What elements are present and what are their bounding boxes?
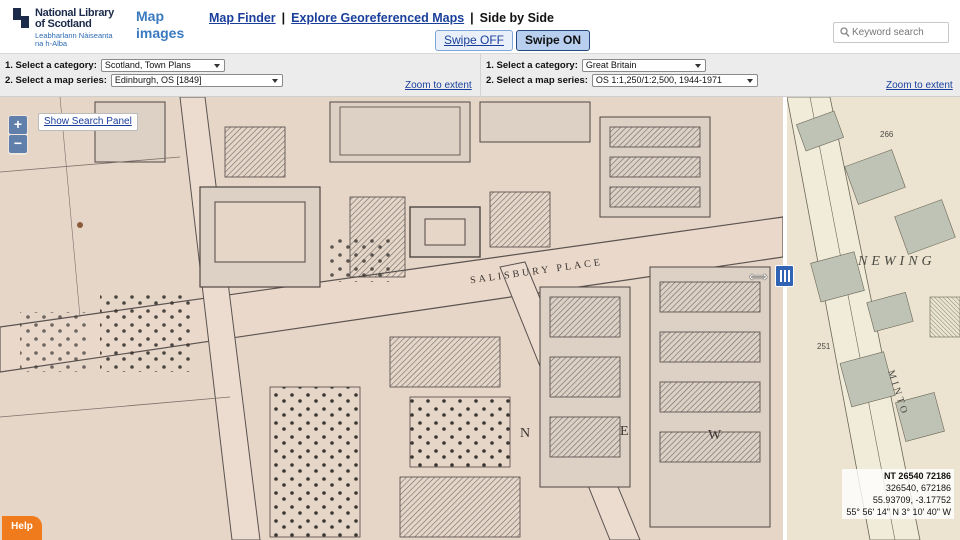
swipe-handle-grip (788, 270, 790, 282)
keyword-search (833, 22, 949, 43)
logo-title: National Library of Scotland (35, 8, 114, 30)
swipe-toggle-group: Swipe OFF Swipe ON (435, 30, 591, 51)
keyword-search-input[interactable] (852, 24, 946, 41)
swipe-off-button[interactable]: Swipe OFF (435, 30, 514, 51)
logo-line2: of Scotland (35, 18, 92, 30)
swipe-handle-grip (784, 270, 786, 282)
map-label-n: N (520, 426, 530, 441)
right-map-selector: 1. Select a category: Great Britain 2. S… (480, 54, 960, 98)
left-zoom-to-extent-link[interactable]: Zoom to extent (405, 80, 472, 91)
swipe-on-button[interactable]: Swipe ON (516, 30, 591, 51)
show-search-panel-button[interactable]: Show Search Panel (38, 113, 138, 131)
right-series-label: 2. Select a map series: (486, 75, 588, 86)
nav-explore-link[interactable]: Explore Georeferenced Maps (291, 11, 464, 25)
help-button[interactable]: Help (2, 516, 42, 540)
left-series-row: 2. Select a map series: Edinburgh, OS [1… (5, 74, 283, 87)
left-map-selector: 1. Select a category: Scotland, Town Pla… (0, 54, 480, 98)
coord-latlon-decimal: 55.93709, -3.17752 (872, 495, 951, 505)
map-label-251: 251 (817, 342, 831, 351)
map-canvas[interactable]: SALISBURY PLACE N E W NEWING MINTO 266 2… (0, 97, 960, 540)
nls-logo-icon (13, 8, 29, 28)
historic-map-layer: SALISBURY PLACE N E W (0, 97, 784, 540)
right-category-select[interactable]: Great Britain (581, 59, 706, 72)
swipe-divider[interactable] (783, 97, 787, 540)
site-header: National Library of Scotland Leabharlann… (0, 0, 960, 53)
app-root: National Library of Scotland Leabharlann… (0, 0, 960, 540)
coord-latlon-dms: 55° 56' 14" N 3° 10' 40" W (846, 507, 951, 517)
nav-map-finder-link[interactable]: Map Finder (209, 11, 276, 25)
map-label-266: 266 (880, 130, 894, 139)
logo-gaelic-line2: na h-Alba (35, 39, 68, 48)
map-label-newington: NEWING (857, 254, 936, 269)
swipe-drag-arrow-icon[interactable]: ⟺ (749, 270, 768, 283)
right-category-row: 1. Select a category: Great Britain (486, 59, 706, 72)
swipe-handle[interactable] (775, 265, 794, 287)
left-category-label: 1. Select a category: (5, 60, 97, 71)
map-label-w: W (708, 428, 722, 443)
right-zoom-to-extent-link[interactable]: Zoom to extent (886, 80, 953, 91)
nav-current-page: Side by Side (479, 11, 554, 25)
logo-gaelic: Leabharlann Nàiseanta na h-Alba (35, 32, 113, 48)
site-title[interactable]: Map images (136, 8, 184, 42)
left-category-row: 1. Select a category: Scotland, Town Pla… (5, 59, 225, 72)
site-title-line2: images (136, 25, 185, 41)
map-label-e: E (620, 424, 629, 439)
coord-grid-ref: NT 26540 72186 (883, 471, 951, 481)
swipe-handle-grip (780, 270, 782, 282)
site-title-line1: Map (136, 8, 164, 24)
left-series-label: 2. Select a map series: (5, 75, 107, 86)
search-icon (840, 27, 850, 37)
nav-separator: | (281, 11, 286, 25)
map-viewport[interactable]: SALISBURY PLACE N E W NEWING MINTO 266 2… (0, 97, 960, 540)
zoom-in-button[interactable]: + (9, 116, 27, 134)
nls-logo[interactable]: National Library of Scotland Leabharlann… (10, 6, 122, 48)
right-series-row: 2. Select a map series: OS 1:1,250/1:2,5… (486, 74, 758, 87)
coordinate-readout: NT 26540 72186 326540, 672186 55.93709, … (842, 469, 954, 519)
nav-separator: | (470, 11, 474, 25)
main-nav: Map Finder | Explore Georeferenced Maps | Si… (209, 11, 554, 25)
coord-easting-northing: 326540, 672186 (885, 483, 951, 493)
right-category-label: 1. Select a category: (486, 60, 578, 71)
zoom-control: + − (8, 115, 28, 155)
zoom-out-button[interactable]: − (9, 135, 27, 153)
right-series-select[interactable]: OS 1:1,250/1:2,500, 1944-1971 (591, 74, 758, 87)
map-selector-bar: 1. Select a category: Scotland, Town Pla… (0, 53, 960, 98)
left-category-select[interactable]: Scotland, Town Plans (100, 59, 225, 72)
left-series-select[interactable]: Edinburgh, OS [1849] (110, 74, 283, 87)
